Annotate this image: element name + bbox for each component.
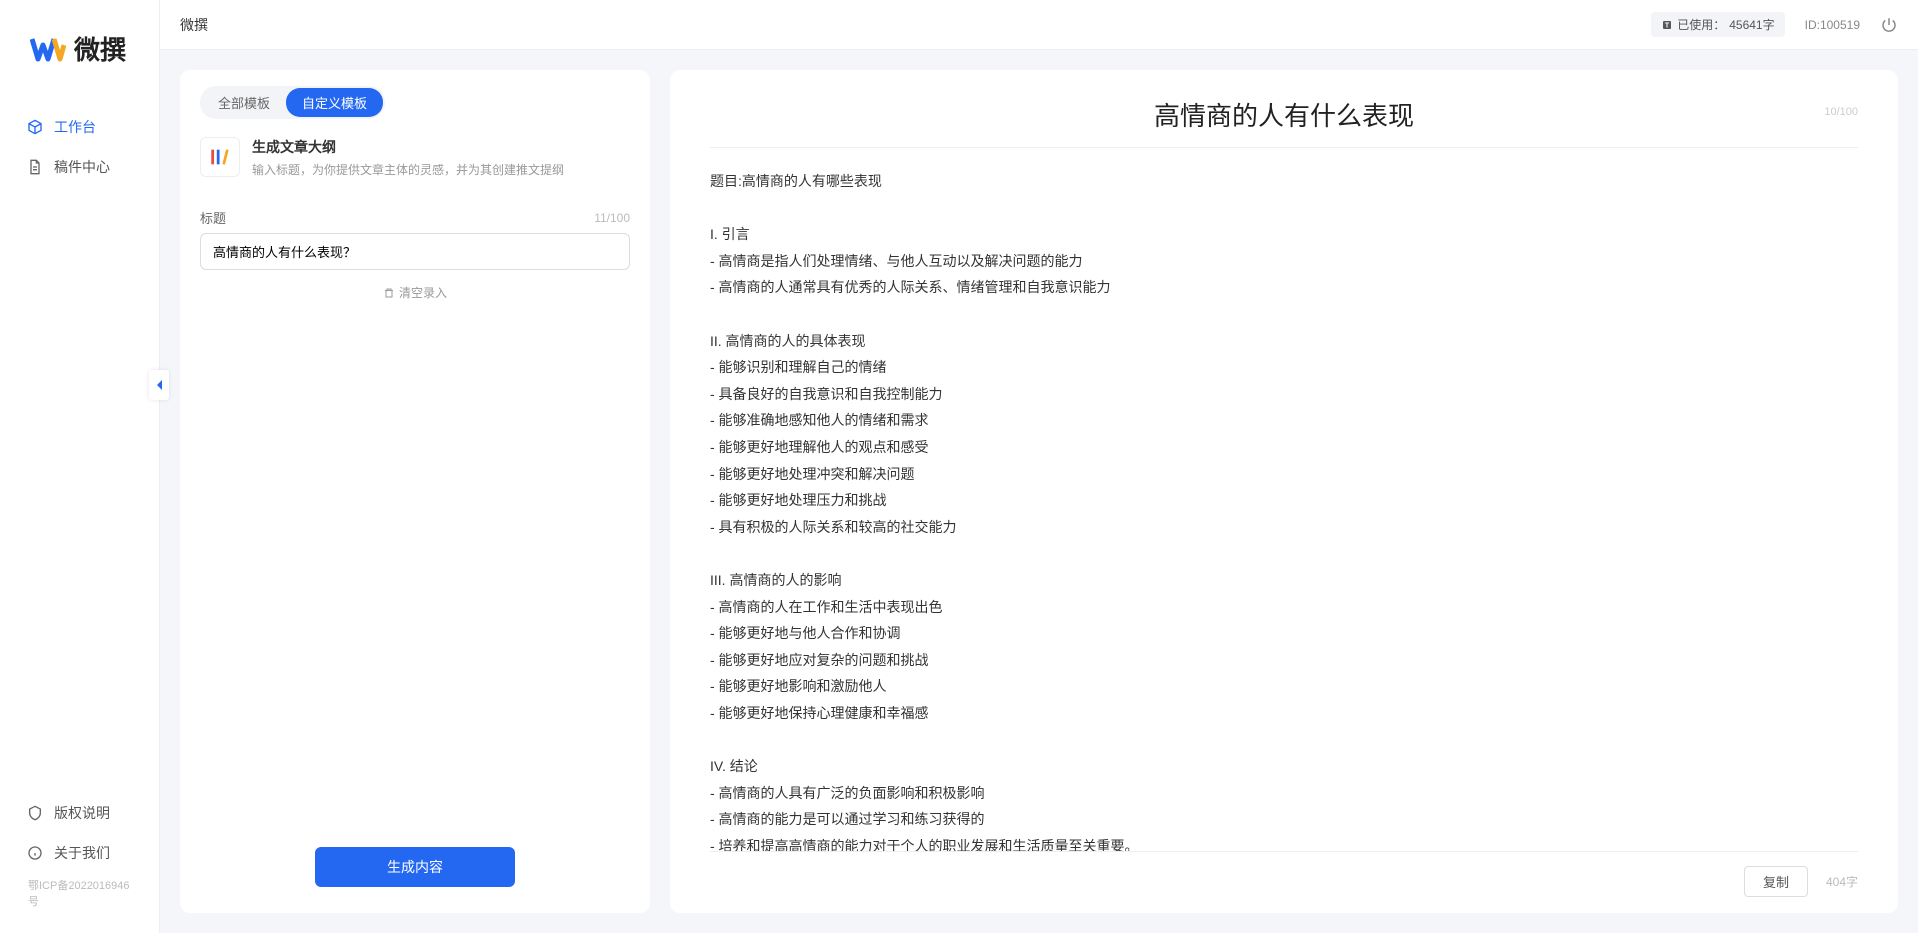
sidebar-nav: 工作台 稿件中心 <box>0 107 159 783</box>
template-card: 生成文章大纲 输入标题，为你提供文章主体的灵感，并为其创建推文提纲 <box>200 137 630 178</box>
main: 全部模板 自定义模板 生成文章大纲 输入标题，为你提供文章主体的灵感，并为其创建… <box>160 50 1918 933</box>
title-input[interactable] <box>200 233 630 270</box>
topbar: 微撰 T 已使用：45641字 ID:100519 <box>160 0 1918 50</box>
usage-prefix: 已使用： <box>1677 16 1725 33</box>
generate-button[interactable]: 生成内容 <box>315 847 515 887</box>
title-char-count: 11/100 <box>594 211 630 225</box>
nav-item-workbench[interactable]: 工作台 <box>8 107 151 147</box>
nav-label: 工作台 <box>54 117 96 137</box>
clear-label: 清空录入 <box>399 284 447 301</box>
tab-custom-templates[interactable]: 自定义模板 <box>286 88 383 117</box>
template-desc: 输入标题，为你提供文章主体的灵感，并为其创建推文提纲 <box>252 161 564 178</box>
logo: 微撰 <box>0 0 159 107</box>
shield-icon <box>26 804 44 822</box>
tab-all-templates[interactable]: 全部模板 <box>202 88 286 117</box>
topbar-right: T 已使用：45641字 ID:100519 <box>1651 12 1898 37</box>
result-word-count: 404字 <box>1826 873 1858 890</box>
result-body: 题目:高情商的人有哪些表现 I. 引言 - 高情商是指人们处理情绪、与他人互动以… <box>710 168 1858 851</box>
user-id: ID:100519 <box>1805 18 1860 32</box>
result-meta-count: 10/100 <box>1824 106 1858 118</box>
cube-icon <box>26 118 44 136</box>
left-panel: 全部模板 自定义模板 生成文章大纲 输入标题，为你提供文章主体的灵感，并为其创建… <box>180 70 650 913</box>
template-icon <box>200 137 240 177</box>
template-tabs: 全部模板 自定义模板 <box>200 86 385 119</box>
nav-label: 版权说明 <box>54 803 110 823</box>
nav-item-copyright[interactable]: 版权说明 <box>8 793 151 833</box>
trash-icon <box>383 287 395 299</box>
logo-icon <box>30 31 66 67</box>
svg-text:T: T <box>1665 22 1670 29</box>
result-title: 高情商的人有什么表现 <box>710 90 1858 147</box>
title-label-row: 标题 11/100 <box>200 208 630 227</box>
sidebar: 微撰 工作台 稿件中心 版权说明 关于我们 鄂ICP <box>0 0 160 933</box>
result-separator <box>710 147 1858 148</box>
icp-text: 鄂ICP备2022016946号 <box>8 873 151 913</box>
usage-badge[interactable]: T 已使用：45641字 <box>1651 12 1784 37</box>
breadcrumb-title: 微撰 <box>180 15 208 35</box>
clear-input-button[interactable]: 清空录入 <box>200 284 630 301</box>
nav-item-about[interactable]: 关于我们 <box>8 833 151 873</box>
power-icon[interactable] <box>1880 16 1898 34</box>
info-icon <box>26 844 44 862</box>
usage-value: 45641字 <box>1729 16 1774 33</box>
template-title: 生成文章大纲 <box>252 137 564 157</box>
nav-label: 关于我们 <box>54 843 110 863</box>
logo-text: 微撰 <box>74 30 126 67</box>
result-footer: 复制 404字 <box>710 851 1858 897</box>
copy-button[interactable]: 复制 <box>1744 866 1808 897</box>
title-label: 标题 <box>200 208 226 227</box>
right-panel: 高情商的人有什么表现 10/100 题目:高情商的人有哪些表现 I. 引言 - … <box>670 70 1898 913</box>
nav-item-drafts[interactable]: 稿件中心 <box>8 147 151 187</box>
document-icon <box>26 158 44 176</box>
sidebar-footer: 版权说明 关于我们 鄂ICP备2022016946号 <box>0 783 159 933</box>
nav-label: 稿件中心 <box>54 157 110 177</box>
text-icon: T <box>1661 19 1673 31</box>
